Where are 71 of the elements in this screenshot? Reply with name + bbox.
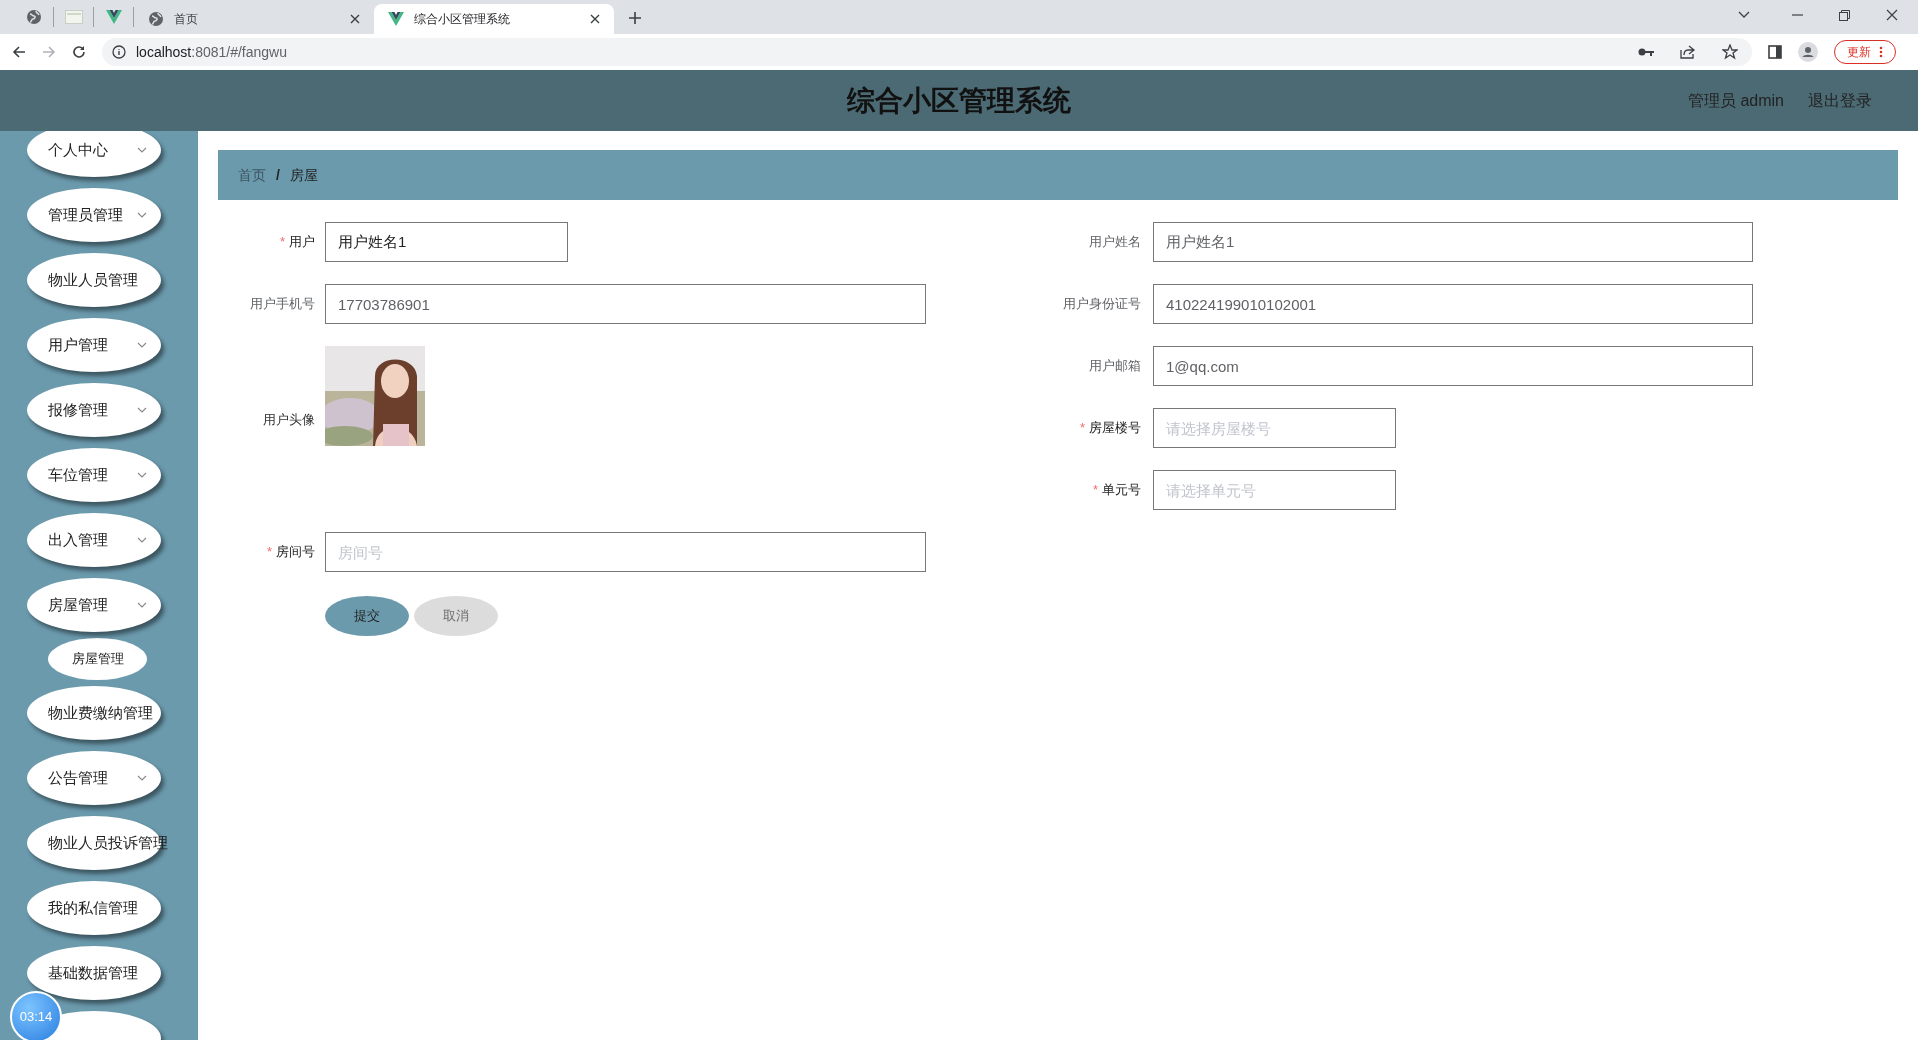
globe-icon bbox=[148, 11, 164, 27]
close-icon[interactable] bbox=[590, 14, 600, 24]
restore-icon[interactable] bbox=[1839, 9, 1850, 21]
select-field[interactable]: 请选择房屋楼号 bbox=[1153, 408, 1396, 448]
menu-item[interactable]: 房屋管理 bbox=[48, 595, 108, 615]
close-icon[interactable] bbox=[1886, 9, 1898, 21]
menu-item[interactable]: 物业人员管理 bbox=[48, 270, 138, 290]
vue-logo-icon bbox=[105, 10, 122, 24]
vue-logo-icon bbox=[388, 12, 404, 26]
field-label: 用户头像 bbox=[263, 411, 315, 429]
chevron-down-icon bbox=[137, 775, 147, 781]
app-title: 综合小区管理系统 bbox=[847, 83, 1071, 118]
breadcrumb-separator: / bbox=[276, 165, 280, 185]
menu-item[interactable]: 用户管理 bbox=[48, 335, 108, 355]
input-field[interactable]: 1@qq.com bbox=[1153, 346, 1753, 386]
menu-item[interactable]: 物业费缴纳管理 bbox=[48, 703, 153, 723]
chevron-down-icon bbox=[137, 407, 147, 413]
share-icon[interactable] bbox=[1680, 45, 1696, 59]
field-label: 房屋楼号 bbox=[1089, 419, 1141, 438]
input-field[interactable]: 房间号 bbox=[325, 532, 926, 572]
menu-item[interactable]: 个人中心 bbox=[48, 140, 108, 160]
field-label: 用户 bbox=[289, 233, 315, 252]
submit-button[interactable]: 提交 bbox=[325, 596, 409, 636]
chevron-down-icon[interactable] bbox=[1738, 11, 1750, 19]
address-bar[interactable]: localhost:8081/#/fangwu bbox=[102, 38, 1752, 66]
timer-toast: 03:14 bbox=[10, 991, 62, 1040]
chevron-down-icon bbox=[137, 342, 147, 348]
menu-item[interactable]: 我的私信管理 bbox=[48, 898, 138, 918]
menu-item[interactable]: 车位管理 bbox=[48, 465, 108, 485]
chevron-down-icon bbox=[137, 602, 147, 608]
chevron-down-icon bbox=[137, 212, 147, 218]
breadcrumb-current: 房屋 bbox=[289, 165, 318, 185]
submenu-item[interactable]: 房屋管理 bbox=[48, 638, 147, 680]
globe-icon bbox=[25, 9, 42, 25]
menu-item[interactable]: 报修管理 bbox=[48, 400, 108, 420]
chevron-down-icon bbox=[137, 472, 147, 478]
field-label: 单元号 bbox=[1102, 481, 1141, 500]
required-mark: * bbox=[1092, 481, 1098, 500]
info-icon bbox=[112, 45, 126, 59]
input-field[interactable]: 410224199010102001 bbox=[1153, 284, 1753, 324]
side-panel-icon[interactable] bbox=[1768, 45, 1782, 59]
menu-item[interactable]: 管理员管理 bbox=[48, 205, 123, 225]
field-label: 用户手机号 bbox=[250, 295, 315, 314]
chevron-down-icon bbox=[137, 147, 147, 153]
close-icon[interactable] bbox=[350, 14, 360, 24]
field-label: 用户身份证号 bbox=[1063, 295, 1141, 314]
new-tab-icon[interactable] bbox=[628, 11, 642, 25]
admin-username: 管理员 admin bbox=[1687, 90, 1784, 111]
browser-tab[interactable]: 综合小区管理系统 bbox=[374, 4, 614, 34]
star-icon[interactable] bbox=[1722, 44, 1738, 60]
field-label: 用户邮箱 bbox=[1089, 357, 1141, 376]
required-mark: * bbox=[279, 233, 285, 252]
cancel-button[interactable]: 取消 bbox=[414, 596, 498, 636]
chevron-down-icon bbox=[137, 537, 147, 543]
required-mark: * bbox=[1079, 419, 1085, 438]
field-label: 房间号 bbox=[276, 543, 315, 562]
select-field[interactable]: 请选择单元号 bbox=[1153, 470, 1396, 510]
menu-item[interactable]: 出入管理 bbox=[48, 530, 108, 550]
reload-icon[interactable] bbox=[72, 45, 86, 59]
select-field[interactable]: 用户姓名1 bbox=[325, 222, 568, 262]
profile-icon[interactable] bbox=[1798, 42, 1818, 62]
more-icon bbox=[1879, 46, 1883, 58]
field-label: 用户姓名 bbox=[1089, 233, 1141, 252]
input-field[interactable]: 17703786901 bbox=[325, 284, 926, 324]
required-mark: * bbox=[266, 543, 272, 562]
page-icon bbox=[64, 10, 83, 24]
input-field[interactable]: 用户姓名1 bbox=[1153, 222, 1753, 262]
key-icon[interactable] bbox=[1638, 47, 1654, 57]
menu-item[interactable]: 公告管理 bbox=[48, 768, 108, 788]
back-icon[interactable] bbox=[12, 45, 26, 59]
menu-item[interactable]: 基础数据管理 bbox=[48, 963, 138, 983]
